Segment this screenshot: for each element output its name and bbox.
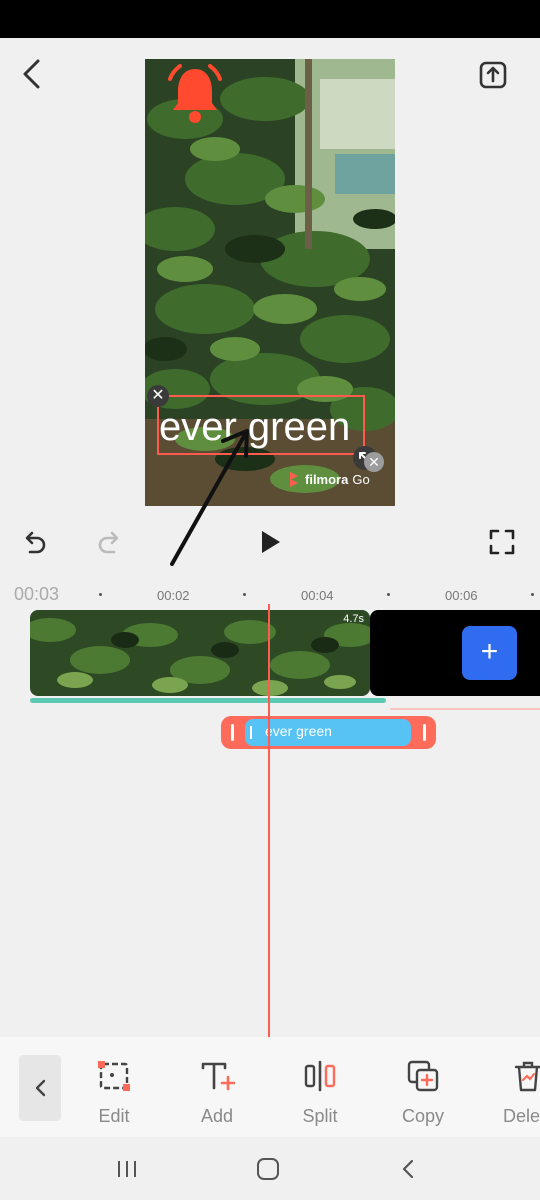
copy-icon — [407, 1060, 439, 1092]
nav-back-button[interactable] — [388, 1153, 428, 1185]
nav-home-button[interactable] — [248, 1153, 288, 1185]
current-time: 00:03 — [14, 584, 60, 604]
status-bar — [0, 0, 540, 38]
delete-icon — [514, 1061, 540, 1092]
fullscreen-button[interactable] — [482, 522, 522, 562]
clip-progress-bar — [30, 698, 386, 703]
tick-dot — [243, 593, 246, 596]
watermark-close-button[interactable]: ✕ — [364, 452, 384, 472]
time-ruler[interactable]: 00:03 00:02 00:04 00:06 — [0, 580, 540, 608]
video-clip[interactable]: 4.7s — [30, 610, 370, 696]
undo-icon — [25, 531, 46, 554]
tick-label: 00:02 — [157, 588, 190, 603]
tool-delete[interactable]: Delete — [486, 1058, 540, 1128]
watermark: filmora Go — [287, 470, 370, 488]
add-text-icon — [201, 1062, 236, 1091]
tool-label: Add — [200, 1106, 234, 1126]
tick-label: 00:04 — [301, 588, 334, 603]
playhead[interactable] — [268, 604, 270, 1037]
text-clip-left-handle[interactable] — [231, 724, 234, 741]
home-icon — [257, 1158, 279, 1180]
tick-dot — [387, 593, 390, 596]
tool-split[interactable]: Split — [280, 1058, 360, 1128]
watermark-brand: filmora — [305, 471, 349, 487]
back-button[interactable] — [14, 56, 48, 92]
tool-label: Split — [302, 1106, 338, 1126]
chevron-left-icon — [23, 59, 40, 89]
clip-duration: 4.7s — [343, 613, 364, 625]
annotation-arrow — [170, 429, 249, 566]
tool-add[interactable]: Add — [177, 1058, 257, 1128]
split-icon — [304, 1060, 336, 1092]
tool-copy[interactable]: Copy — [383, 1058, 463, 1128]
track-guide-line — [390, 708, 540, 710]
text-clip-label: ever green — [265, 723, 332, 739]
text-clip-marker — [250, 726, 252, 739]
play-icon — [262, 531, 280, 553]
toolbar-back-button[interactable] — [19, 1055, 61, 1121]
redo-icon — [98, 531, 119, 554]
add-clip-button[interactable]: + — [462, 626, 517, 680]
play-button[interactable] — [250, 522, 290, 562]
tick-dot — [99, 593, 102, 596]
text-clip[interactable]: ever green — [221, 716, 436, 749]
redo-button[interactable] — [90, 522, 130, 562]
watermark-suffix: Go — [352, 471, 370, 487]
filmora-logo-icon — [290, 472, 298, 487]
tick-label: 00:06 — [445, 588, 478, 603]
tool-edit[interactable]: Edit — [74, 1058, 154, 1128]
chevron-left-icon — [35, 1079, 46, 1097]
nav-recents-button[interactable] — [107, 1153, 147, 1185]
tool-label: Copy — [401, 1106, 445, 1126]
back-icon — [402, 1159, 414, 1179]
fullscreen-icon — [489, 529, 515, 555]
tool-label: Edit — [98, 1106, 130, 1126]
clip-thumbnails — [30, 610, 370, 696]
text-clip-right-handle[interactable] — [423, 724, 426, 741]
export-upload-icon — [479, 61, 507, 89]
bell-icon — [168, 64, 222, 123]
tick-dot — [531, 593, 534, 596]
recents-icon — [118, 1161, 136, 1177]
edit-frame-icon — [98, 1061, 130, 1091]
undo-button[interactable] — [14, 522, 54, 562]
delete-text-handle[interactable]: ✕ — [147, 385, 169, 407]
tool-label: Delete — [503, 1106, 540, 1126]
export-button[interactable] — [474, 56, 512, 94]
